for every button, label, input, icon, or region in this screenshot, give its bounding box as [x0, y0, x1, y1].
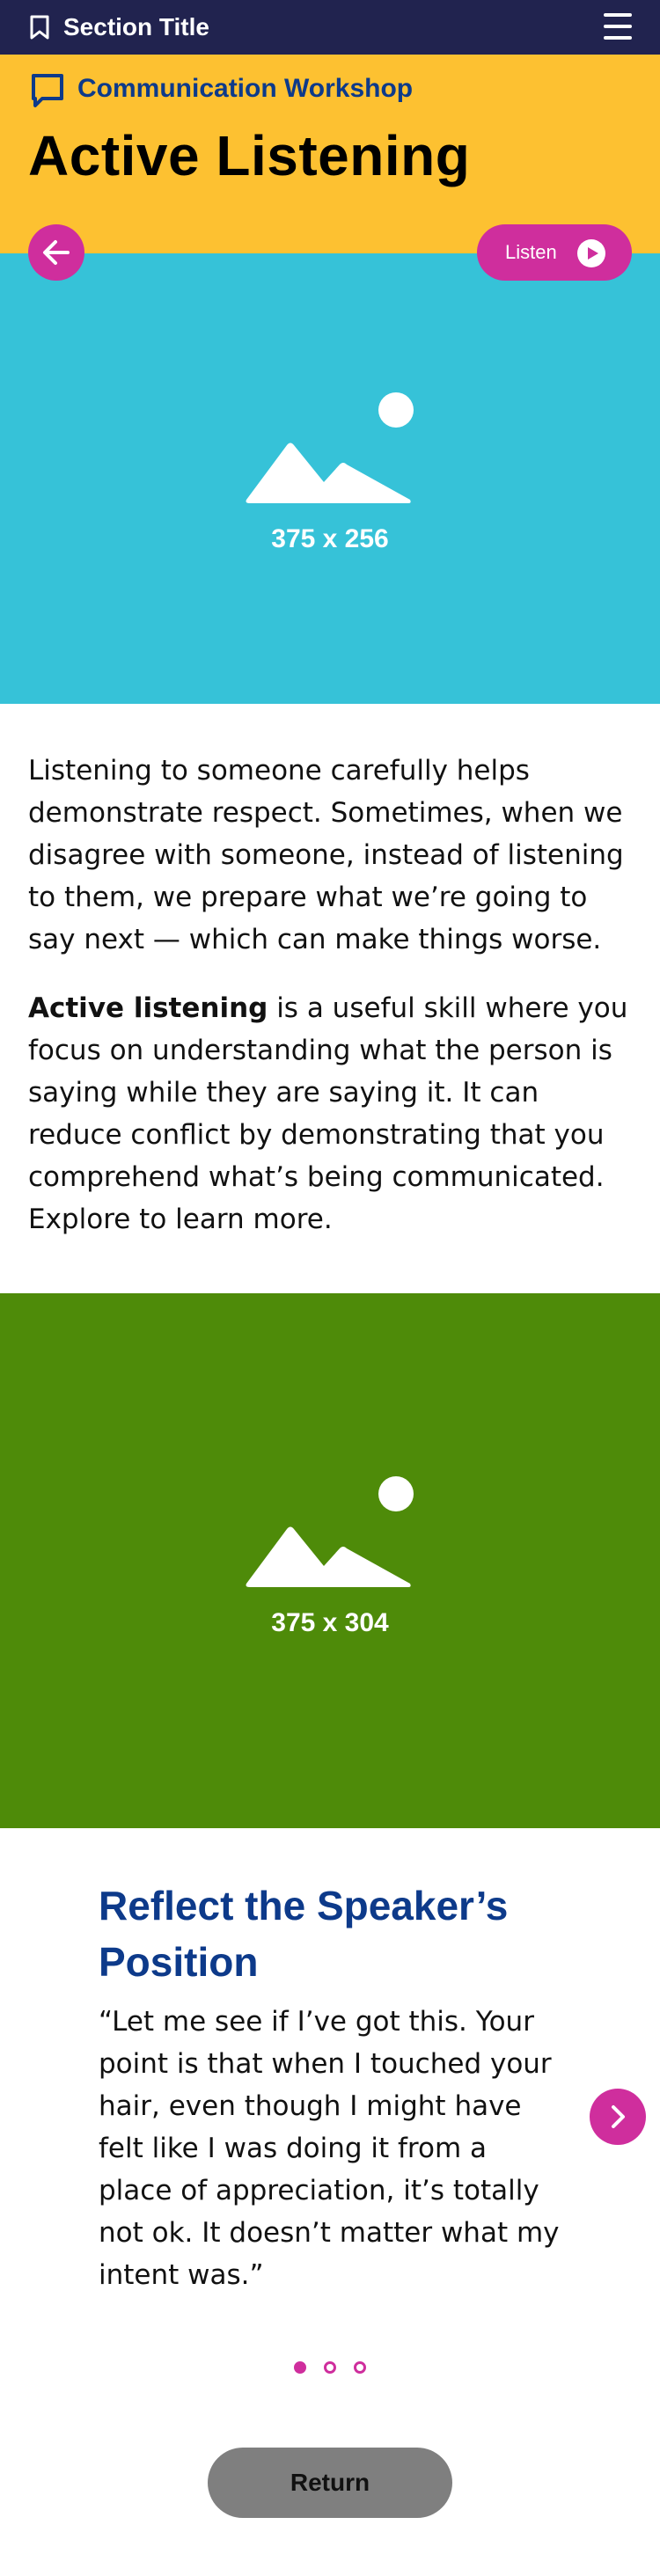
play-icon: [577, 239, 605, 267]
listen-button[interactable]: Listen: [477, 224, 632, 281]
carousel-heading: Reflect the Speaker’s Position: [99, 1883, 509, 1985]
hamburger-menu-icon[interactable]: [604, 13, 632, 40]
hero-placeholder-label: 375 x 256: [271, 524, 389, 553]
return-button[interactable]: Return: [208, 2448, 452, 2518]
chat-bubble-icon: [32, 74, 63, 107]
media-placeholder-label: 375 x 304: [271, 1608, 389, 1637]
pagination-dot-3[interactable]: [354, 2361, 366, 2374]
arrow-left-icon: [43, 240, 70, 265]
bookmark-icon[interactable]: [28, 14, 51, 40]
intro-text: Listening to someone carefully helps dem…: [28, 750, 635, 1267]
intro-paragraph-2-rest: is a useful skill where you focus on und…: [28, 992, 628, 1235]
top-bar: Section Title: [0, 0, 660, 55]
hero-image-placeholder: 375 x 256: [0, 253, 660, 704]
intro-paragraph-2: Active listening is a useful skill where…: [28, 987, 635, 1240]
page-title: Active Listening: [28, 124, 471, 187]
chevron-right-icon: [612, 2105, 625, 2128]
back-button[interactable]: [28, 224, 84, 281]
image-placeholder-icon: [246, 1476, 414, 1587]
pagination-dot-1[interactable]: [294, 2361, 306, 2374]
section-title: Section Title: [63, 13, 209, 40]
carousel-pagination: [0, 2361, 660, 2374]
next-slide-button[interactable]: [590, 2089, 646, 2145]
workshop-subtitle: Communication Workshop: [77, 74, 414, 103]
intro-paragraph-1: Listening to someone carefully helps dem…: [28, 755, 624, 955]
media-image-placeholder: 375 x 304: [0, 1293, 660, 1828]
carousel-quote: “Let me see if I’ve got this. Your point…: [99, 2006, 560, 2291]
image-placeholder-icon: [246, 392, 414, 503]
listen-button-label: Listen: [505, 241, 557, 263]
active-listening-term: Active listening: [28, 992, 268, 1024]
pagination-dot-2[interactable]: [324, 2361, 336, 2374]
